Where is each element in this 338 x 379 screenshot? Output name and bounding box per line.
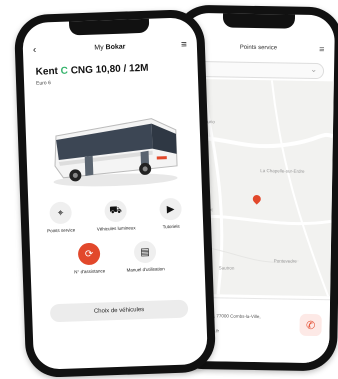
action-label: N° d'assistance bbox=[74, 268, 106, 275]
action-label: Manuel d'utilisation bbox=[126, 266, 165, 273]
bus-illustration bbox=[53, 118, 178, 187]
vehicle-model-title: Kent C CNG 10,80 / 12M bbox=[36, 63, 149, 78]
front-phone-frame: ‹ My Bokar ≡ Kent C CNG 10,80 / 12M Euro… bbox=[13, 8, 217, 379]
action-label: Tutoriels bbox=[162, 223, 180, 230]
map-label: Pontevedre bbox=[273, 258, 297, 264]
action-tutoriels[interactable]: ▶ Tutoriels bbox=[142, 197, 199, 230]
action-grid: ⌖ Points service ⛟ Véhicules lumineux ▶ … bbox=[28, 197, 202, 274]
action-vehicules[interactable]: ⛟ Véhicules lumineux bbox=[87, 199, 144, 232]
bus-image bbox=[43, 96, 186, 196]
map-label: La Chapelle-sur-Erdre bbox=[260, 168, 305, 174]
assistance-icon: ⟳ bbox=[77, 242, 101, 266]
app-title: My Bokar bbox=[23, 41, 197, 54]
app-title-prefix: My bbox=[94, 44, 104, 52]
hamburger-menu-icon[interactable]: ≡ bbox=[181, 39, 187, 50]
app-title-brand: Bokar bbox=[105, 43, 126, 52]
action-assistance[interactable]: ⟳ N° d'assistance bbox=[61, 242, 118, 275]
chevron-down-icon[interactable]: ⌄ bbox=[310, 65, 317, 74]
model-suffix: CNG 10,80 / 12M bbox=[70, 62, 149, 77]
phone-icon: ✆ bbox=[305, 319, 316, 332]
hamburger-menu-icon[interactable]: ≡ bbox=[319, 44, 324, 54]
map-screen-title: Points service bbox=[239, 44, 278, 52]
action-manuel[interactable]: ▤ Manuel d'utilisation bbox=[117, 240, 174, 273]
phone-notch bbox=[222, 13, 296, 29]
phone-notch bbox=[68, 18, 150, 36]
euro-standard: Euro 6 bbox=[36, 80, 51, 87]
vehicle-screen: ‹ My Bokar ≡ Kent C CNG 10,80 / 12M Euro… bbox=[21, 17, 209, 370]
choose-vehicles-button[interactable]: Choix de véhicules bbox=[49, 299, 189, 323]
location-pin-icon: ⌖ bbox=[49, 201, 73, 225]
action-label: Véhicules lumineux bbox=[96, 225, 136, 232]
top-bar: ‹ My Bokar ≡ bbox=[23, 39, 197, 61]
action-label: Points service bbox=[47, 227, 76, 234]
model-prefix: Kent bbox=[35, 65, 59, 78]
model-c-mark: C bbox=[60, 65, 69, 77]
action-points-service[interactable]: ⌖ Points service bbox=[32, 201, 89, 234]
car-icon: ⛟ bbox=[104, 199, 127, 223]
manual-icon: ▤ bbox=[133, 240, 157, 264]
video-tutorial-icon: ▶ bbox=[159, 197, 182, 221]
call-button[interactable]: ✆ bbox=[299, 313, 322, 337]
map-label: Sautron bbox=[218, 265, 235, 271]
map-search-field[interactable]: ⌄ bbox=[191, 60, 325, 80]
